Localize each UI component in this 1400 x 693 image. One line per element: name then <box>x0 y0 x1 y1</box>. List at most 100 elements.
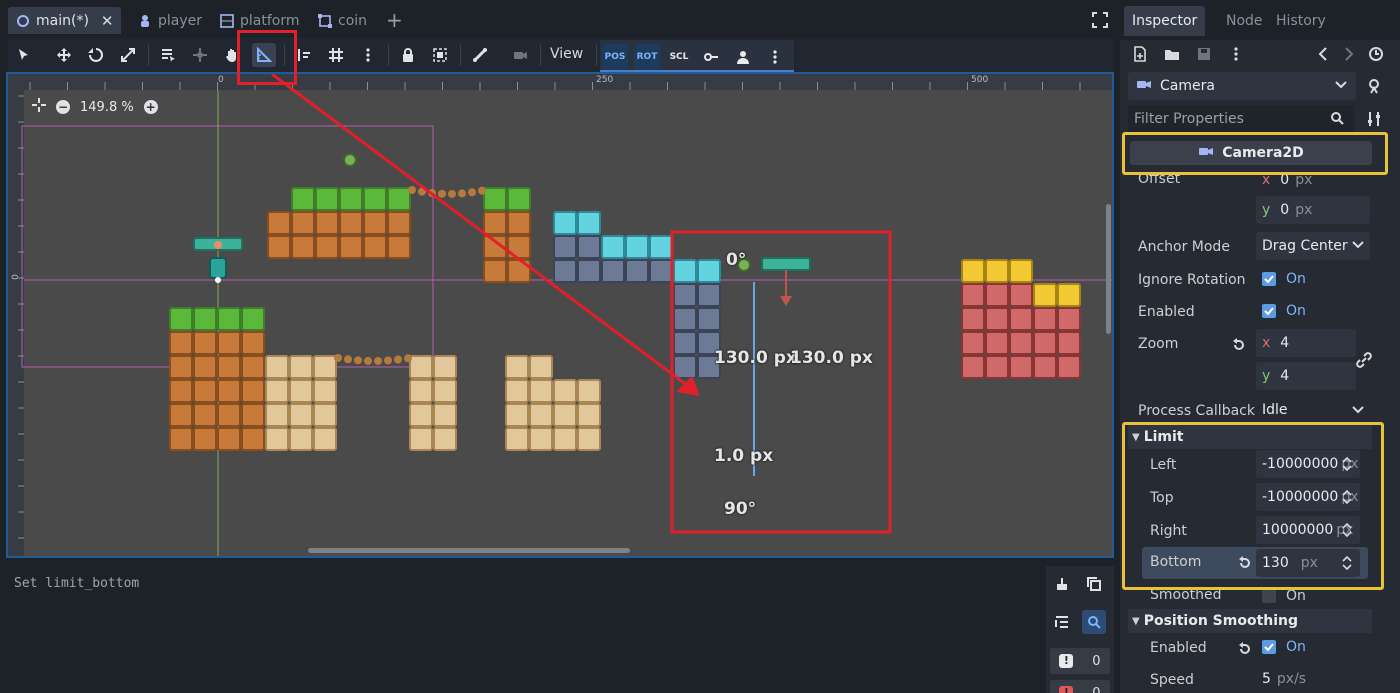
open-folder-icon[interactable] <box>1164 46 1180 62</box>
grid-snap-icon[interactable] <box>324 43 348 67</box>
tile <box>553 211 577 235</box>
position-smoothing-header[interactable]: ▼ Position Smoothing <box>1128 609 1372 633</box>
group-icon[interactable] <box>428 43 452 67</box>
tile <box>339 211 363 235</box>
revert-icon[interactable] <box>1232 338 1246 352</box>
key-scale-button[interactable]: SCL <box>666 44 692 70</box>
tile <box>169 355 193 379</box>
link-icon[interactable] <box>1356 352 1372 372</box>
move-mode-icon[interactable] <box>52 43 76 67</box>
ignore-rotation-checkbox[interactable]: On <box>1256 265 1370 293</box>
keying-options-icon[interactable] <box>762 44 788 70</box>
tile <box>291 187 315 211</box>
rotate-mode-icon[interactable] <box>84 43 108 67</box>
player-sprite <box>209 257 227 279</box>
rope-link <box>354 356 362 365</box>
pivot-mode-icon[interactable] <box>188 43 212 67</box>
tab-history[interactable]: History <box>1268 6 1334 36</box>
close-icon[interactable]: ✕ <box>101 12 114 30</box>
copy-output-icon[interactable] <box>1082 572 1106 596</box>
new-resource-icon[interactable] <box>1132 46 1148 62</box>
tile <box>193 403 217 427</box>
save-icon[interactable] <box>1196 46 1212 62</box>
rope-link <box>344 355 352 364</box>
search-icon <box>1330 111 1344 129</box>
zoom-level[interactable]: 149.8 % <box>80 100 134 115</box>
player-origin <box>214 241 222 249</box>
character-body-icon <box>138 14 152 28</box>
tab-coin[interactable]: coin <box>318 7 367 34</box>
tab-main[interactable]: main(*) ✕ <box>8 7 122 34</box>
offset-y-field[interactable]: y 0 px <box>1256 196 1370 224</box>
tile <box>433 355 457 379</box>
history-back-icon[interactable] <box>1316 46 1332 62</box>
prop-offset-y: y 0 px <box>1120 196 1384 228</box>
key-rotation-button[interactable]: ROT <box>634 44 660 70</box>
tile <box>1033 331 1057 355</box>
center-view-icon[interactable] <box>32 98 46 116</box>
filter-properties-input[interactable]: Filter Properties <box>1128 105 1354 133</box>
collapse-icon[interactable] <box>1050 610 1074 634</box>
view-menu[interactable]: View <box>550 46 583 62</box>
tab-player[interactable]: player <box>138 7 202 34</box>
zoom-x-field[interactable]: x4 <box>1256 329 1356 357</box>
tab-history-label: History <box>1276 13 1326 29</box>
tile <box>241 355 265 379</box>
vertical-scrollbar[interactable] <box>1106 204 1111 334</box>
node-info-icon[interactable] <box>1366 78 1382 94</box>
lock-icon[interactable] <box>396 43 420 67</box>
error-count-toggle[interactable]: ! 0 <box>1050 680 1110 693</box>
zoom-out-button[interactable]: − <box>56 100 70 114</box>
enabled-checkbox[interactable]: On <box>1256 297 1370 325</box>
insert-key-icon[interactable] <box>698 44 724 70</box>
horizontal-scrollbar[interactable] <box>308 548 630 553</box>
tile <box>315 211 339 235</box>
tab-node[interactable]: Node <box>1218 6 1271 36</box>
canvas-viewport[interactable]: 0 250 500 0 − 149.8 % + 0° 130.0 px 130.… <box>6 72 1114 558</box>
smoothing-enabled-checkbox[interactable]: On <box>1256 633 1370 661</box>
measure-width-label: 130.0 px <box>714 348 797 368</box>
tile <box>577 427 601 451</box>
fullscreen-icon[interactable] <box>1092 12 1108 28</box>
tile <box>673 259 697 283</box>
tile <box>483 187 507 211</box>
list-select-icon[interactable] <box>156 43 180 67</box>
tile <box>217 427 241 451</box>
anchor-mode-value: Drag Center <box>1262 238 1348 254</box>
chevron-down-icon: ▼ <box>1132 615 1140 627</box>
tile <box>193 379 217 403</box>
tile <box>1057 331 1081 355</box>
tile <box>529 379 553 403</box>
auto-key-icon[interactable] <box>730 44 756 70</box>
prop-ignore-rotation: Ignore Rotation On <box>1120 265 1384 297</box>
zoom-in-button[interactable]: + <box>143 100 158 114</box>
key-position-button[interactable]: POS <box>602 44 628 70</box>
snap-options-icon[interactable] <box>356 43 380 67</box>
add-tab-icon[interactable]: + <box>386 8 403 32</box>
tab-inspector[interactable]: Inspector <box>1124 6 1206 36</box>
area-icon <box>318 13 332 28</box>
object-selector[interactable]: Camera <box>1128 72 1356 100</box>
tile <box>553 427 577 451</box>
bone-icon[interactable] <box>468 43 492 67</box>
history-forward-icon[interactable] <box>1340 46 1356 62</box>
smoothing-speed-field[interactable]: 5 px/s <box>1256 665 1370 693</box>
scale-mode-icon[interactable] <box>116 43 140 67</box>
property-options-icon[interactable] <box>1366 111 1382 127</box>
clear-output-icon[interactable] <box>1050 572 1074 596</box>
tile <box>267 235 291 259</box>
process-callback-dropdown[interactable]: Idle <box>1256 396 1370 424</box>
tile <box>507 211 531 235</box>
revert-icon[interactable] <box>1238 642 1252 656</box>
tile <box>363 187 387 211</box>
anchor-mode-dropdown[interactable]: Drag Center <box>1256 232 1370 260</box>
zoom-y-field[interactable]: y4 <box>1256 362 1356 390</box>
search-icon[interactable] <box>1082 610 1106 634</box>
camera-override-icon[interactable] <box>508 43 532 67</box>
select-mode-icon[interactable] <box>12 43 36 67</box>
measure-angle-bottom: 90° <box>724 499 757 519</box>
warning-count-toggle[interactable]: ! 0 <box>1050 648 1110 674</box>
recent-history-icon[interactable] <box>1368 46 1384 62</box>
more-options-icon[interactable] <box>1228 46 1244 62</box>
smoothing-speed-unit: px/s <box>1276 671 1307 687</box>
